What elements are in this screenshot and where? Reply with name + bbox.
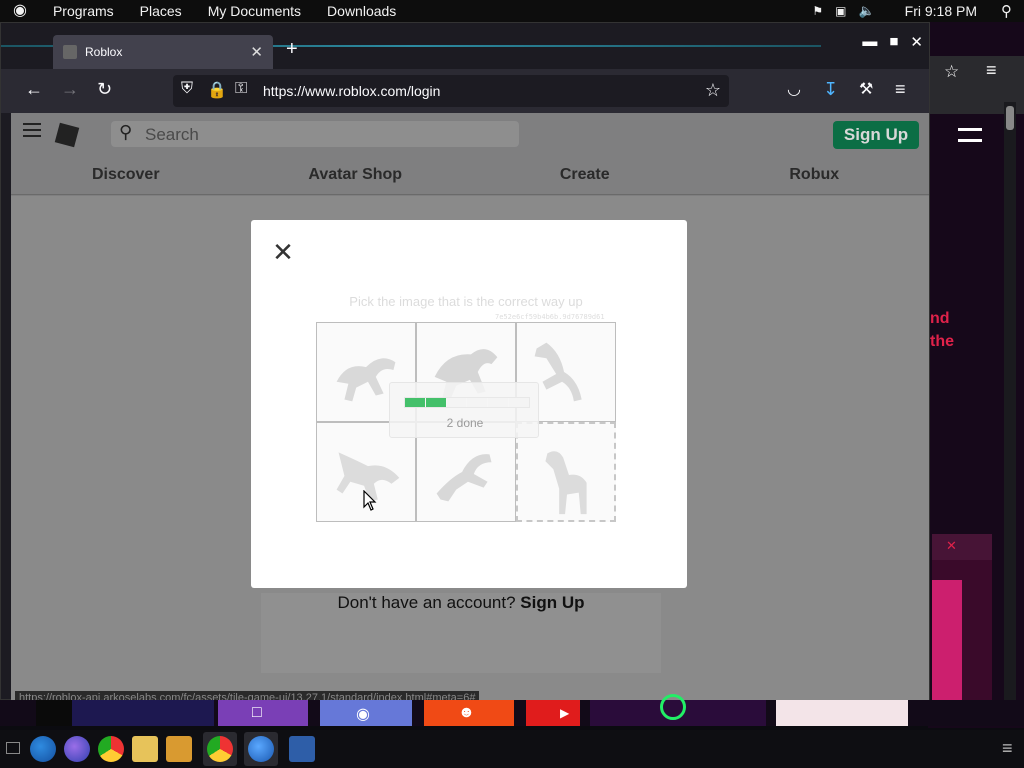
menu-my-documents[interactable]: My Documents [195, 0, 314, 22]
roblox-menu-icon[interactable] [23, 123, 41, 137]
signup-link[interactable]: Sign Up [520, 593, 584, 612]
bookmark-star-icon[interactable]: ☆ [705, 80, 721, 101]
back-icon[interactable]: ← [25, 79, 43, 100]
download-icon[interactable]: ↧ [823, 79, 838, 100]
captcha-game-id: 7e52e6cf59b4b6b.9d76789d61 [495, 313, 605, 321]
url-bar[interactable]: ⛨ 🔒 ⚿ https://www.roblox.com/login ☆ [173, 75, 729, 107]
chrome-icon[interactable] [98, 736, 124, 762]
search-icon[interactable]: ⚲ [1001, 2, 1012, 20]
menu-places[interactable]: Places [127, 0, 195, 22]
roblox-favicon-icon [63, 45, 77, 59]
app-menu-icon[interactable]: ≡ [895, 79, 906, 100]
mouse-cursor-icon [363, 490, 377, 511]
window-thumbnail-strip: □ ◉ ☻ ▶ [0, 694, 1024, 726]
menu-programs[interactable]: Programs [40, 0, 127, 22]
taskbar: ≡ [0, 730, 1024, 768]
lock-icon[interactable]: 🔒 [207, 80, 227, 100]
discord-icon: ◉ [356, 706, 370, 723]
captcha-progress-overlay: 2 done [389, 382, 539, 438]
system-top-bar: ◉ Programs Places My Documents Downloads… [0, 0, 1024, 22]
tab-roblox[interactable]: Roblox ✕ [53, 35, 273, 69]
thumb-twitch[interactable]: □ [218, 700, 308, 726]
taskbar-menu-icon[interactable]: ≡ [1002, 738, 1013, 759]
volume-icon[interactable]: 🔈 [858, 3, 874, 19]
url-text: https://www.roblox.com/login [263, 83, 441, 99]
minimize-icon[interactable]: ▬ [862, 33, 877, 51]
background-opera-window: ☆ ≡ nd the ✕ [928, 22, 1024, 728]
no-account-text: Don't have an account? [337, 593, 516, 612]
firefox-icon[interactable] [30, 736, 56, 762]
twitch-icon: □ [252, 704, 262, 721]
opera-hamburger-icon[interactable] [958, 128, 982, 142]
pocket-icon[interactable]: ◡ [787, 79, 801, 99]
media-player-icon[interactable] [166, 736, 192, 762]
opera-gx-logo-icon [660, 694, 686, 720]
opera-text-line-1: nd [930, 310, 950, 327]
nav-discover[interactable]: Discover [11, 157, 241, 194]
thumb-web-form[interactable] [776, 700, 908, 726]
chrome-active-icon[interactable] [207, 736, 233, 762]
tools-wrench-icon[interactable]: ⚒ [859, 79, 873, 99]
window-controls: ▬ ■ ✕ [862, 33, 923, 51]
maximize-icon[interactable]: ■ [889, 33, 898, 51]
thumb-generic[interactable] [72, 700, 214, 726]
captcha-modal: ✕ Pick the image that is the correct way… [251, 220, 687, 588]
modal-close-button[interactable]: ✕ [271, 239, 295, 265]
clock[interactable]: Fri 9:18 PM [905, 3, 977, 19]
thumb-dark-app[interactable] [36, 700, 72, 726]
no-account-line: Don't have an account? Sign Up [261, 593, 661, 613]
progress-segment [509, 398, 529, 407]
opera-card-close-icon[interactable]: ✕ [946, 538, 957, 554]
nav-create[interactable]: Create [470, 157, 700, 194]
captcha-progress-bar [404, 397, 530, 408]
progress-segment [405, 398, 425, 407]
nav-robux[interactable]: Robux [700, 157, 930, 194]
firefox-dev-icon[interactable] [64, 736, 90, 762]
progress-segment [425, 398, 446, 407]
tracking-shield-icon[interactable]: ⛨ [181, 80, 193, 98]
firefox-active-icon[interactable] [248, 736, 274, 762]
forward-icon[interactable]: → [61, 79, 79, 100]
key-icon[interactable]: ⚿ [235, 80, 247, 98]
search-icon: ⚲ [119, 122, 133, 142]
progress-segment [467, 398, 488, 407]
roblox-logo-icon[interactable] [54, 122, 80, 148]
thumb-discord[interactable]: ◉ [320, 700, 412, 726]
thumb-opera-gx[interactable] [590, 694, 766, 726]
captcha-prompt: Pick the image that is the correct way u… [349, 294, 583, 309]
progress-segment [488, 398, 509, 407]
new-tab-icon[interactable]: + [286, 38, 298, 61]
navigation-toolbar: ← → ↻ ⛨ 🔒 ⚿ https://www.roblox.com/login… [1, 69, 929, 113]
menu-downloads[interactable]: Downloads [314, 0, 409, 22]
thumb-youtube[interactable]: ▶ [526, 700, 580, 726]
signup-button[interactable]: Sign Up [833, 121, 919, 149]
bookmark-star-icon[interactable]: ☆ [944, 62, 959, 82]
reddit-icon: ☻ [458, 704, 475, 721]
nav-avatar-shop[interactable]: Avatar Shop [241, 157, 471, 194]
thumb-reddit[interactable]: ☻ [424, 700, 514, 726]
opera-menu-icon[interactable]: ≡ [986, 60, 997, 81]
window-close-icon[interactable]: ✕ [910, 33, 923, 51]
system-settings-icon[interactable] [289, 736, 315, 762]
activities-icon[interactable]: ◉ [0, 0, 40, 22]
search-input[interactable]: ⚲ Search [111, 121, 519, 147]
progress-segment [446, 398, 467, 407]
captcha-progress-label: 2 done [446, 416, 484, 430]
roblox-nav: Discover Avatar Shop Create Robux [11, 157, 929, 195]
file-manager-icon[interactable] [132, 736, 158, 762]
reload-icon[interactable]: ↻ [97, 79, 112, 100]
opera-side-card-accent [932, 580, 962, 720]
roblox-header: ⚲ Search Sign Up Discover Avatar Shop Cr… [11, 113, 929, 196]
search-placeholder: Search [145, 125, 199, 144]
show-desktop-icon[interactable] [6, 742, 20, 754]
network-flag-icon[interactable]: ⚑ [812, 4, 823, 18]
opera-text-line-2: the [930, 333, 954, 350]
clipboard-icon[interactable]: ▣ [835, 4, 846, 18]
tab-strip: Roblox ✕ + ▬ ■ ✕ [1, 23, 929, 69]
opera-scrollbar[interactable] [1004, 102, 1016, 722]
tab-close-icon[interactable]: ✕ [250, 43, 263, 61]
youtube-icon: ▶ [560, 706, 570, 720]
tab-title: Roblox [85, 45, 123, 59]
